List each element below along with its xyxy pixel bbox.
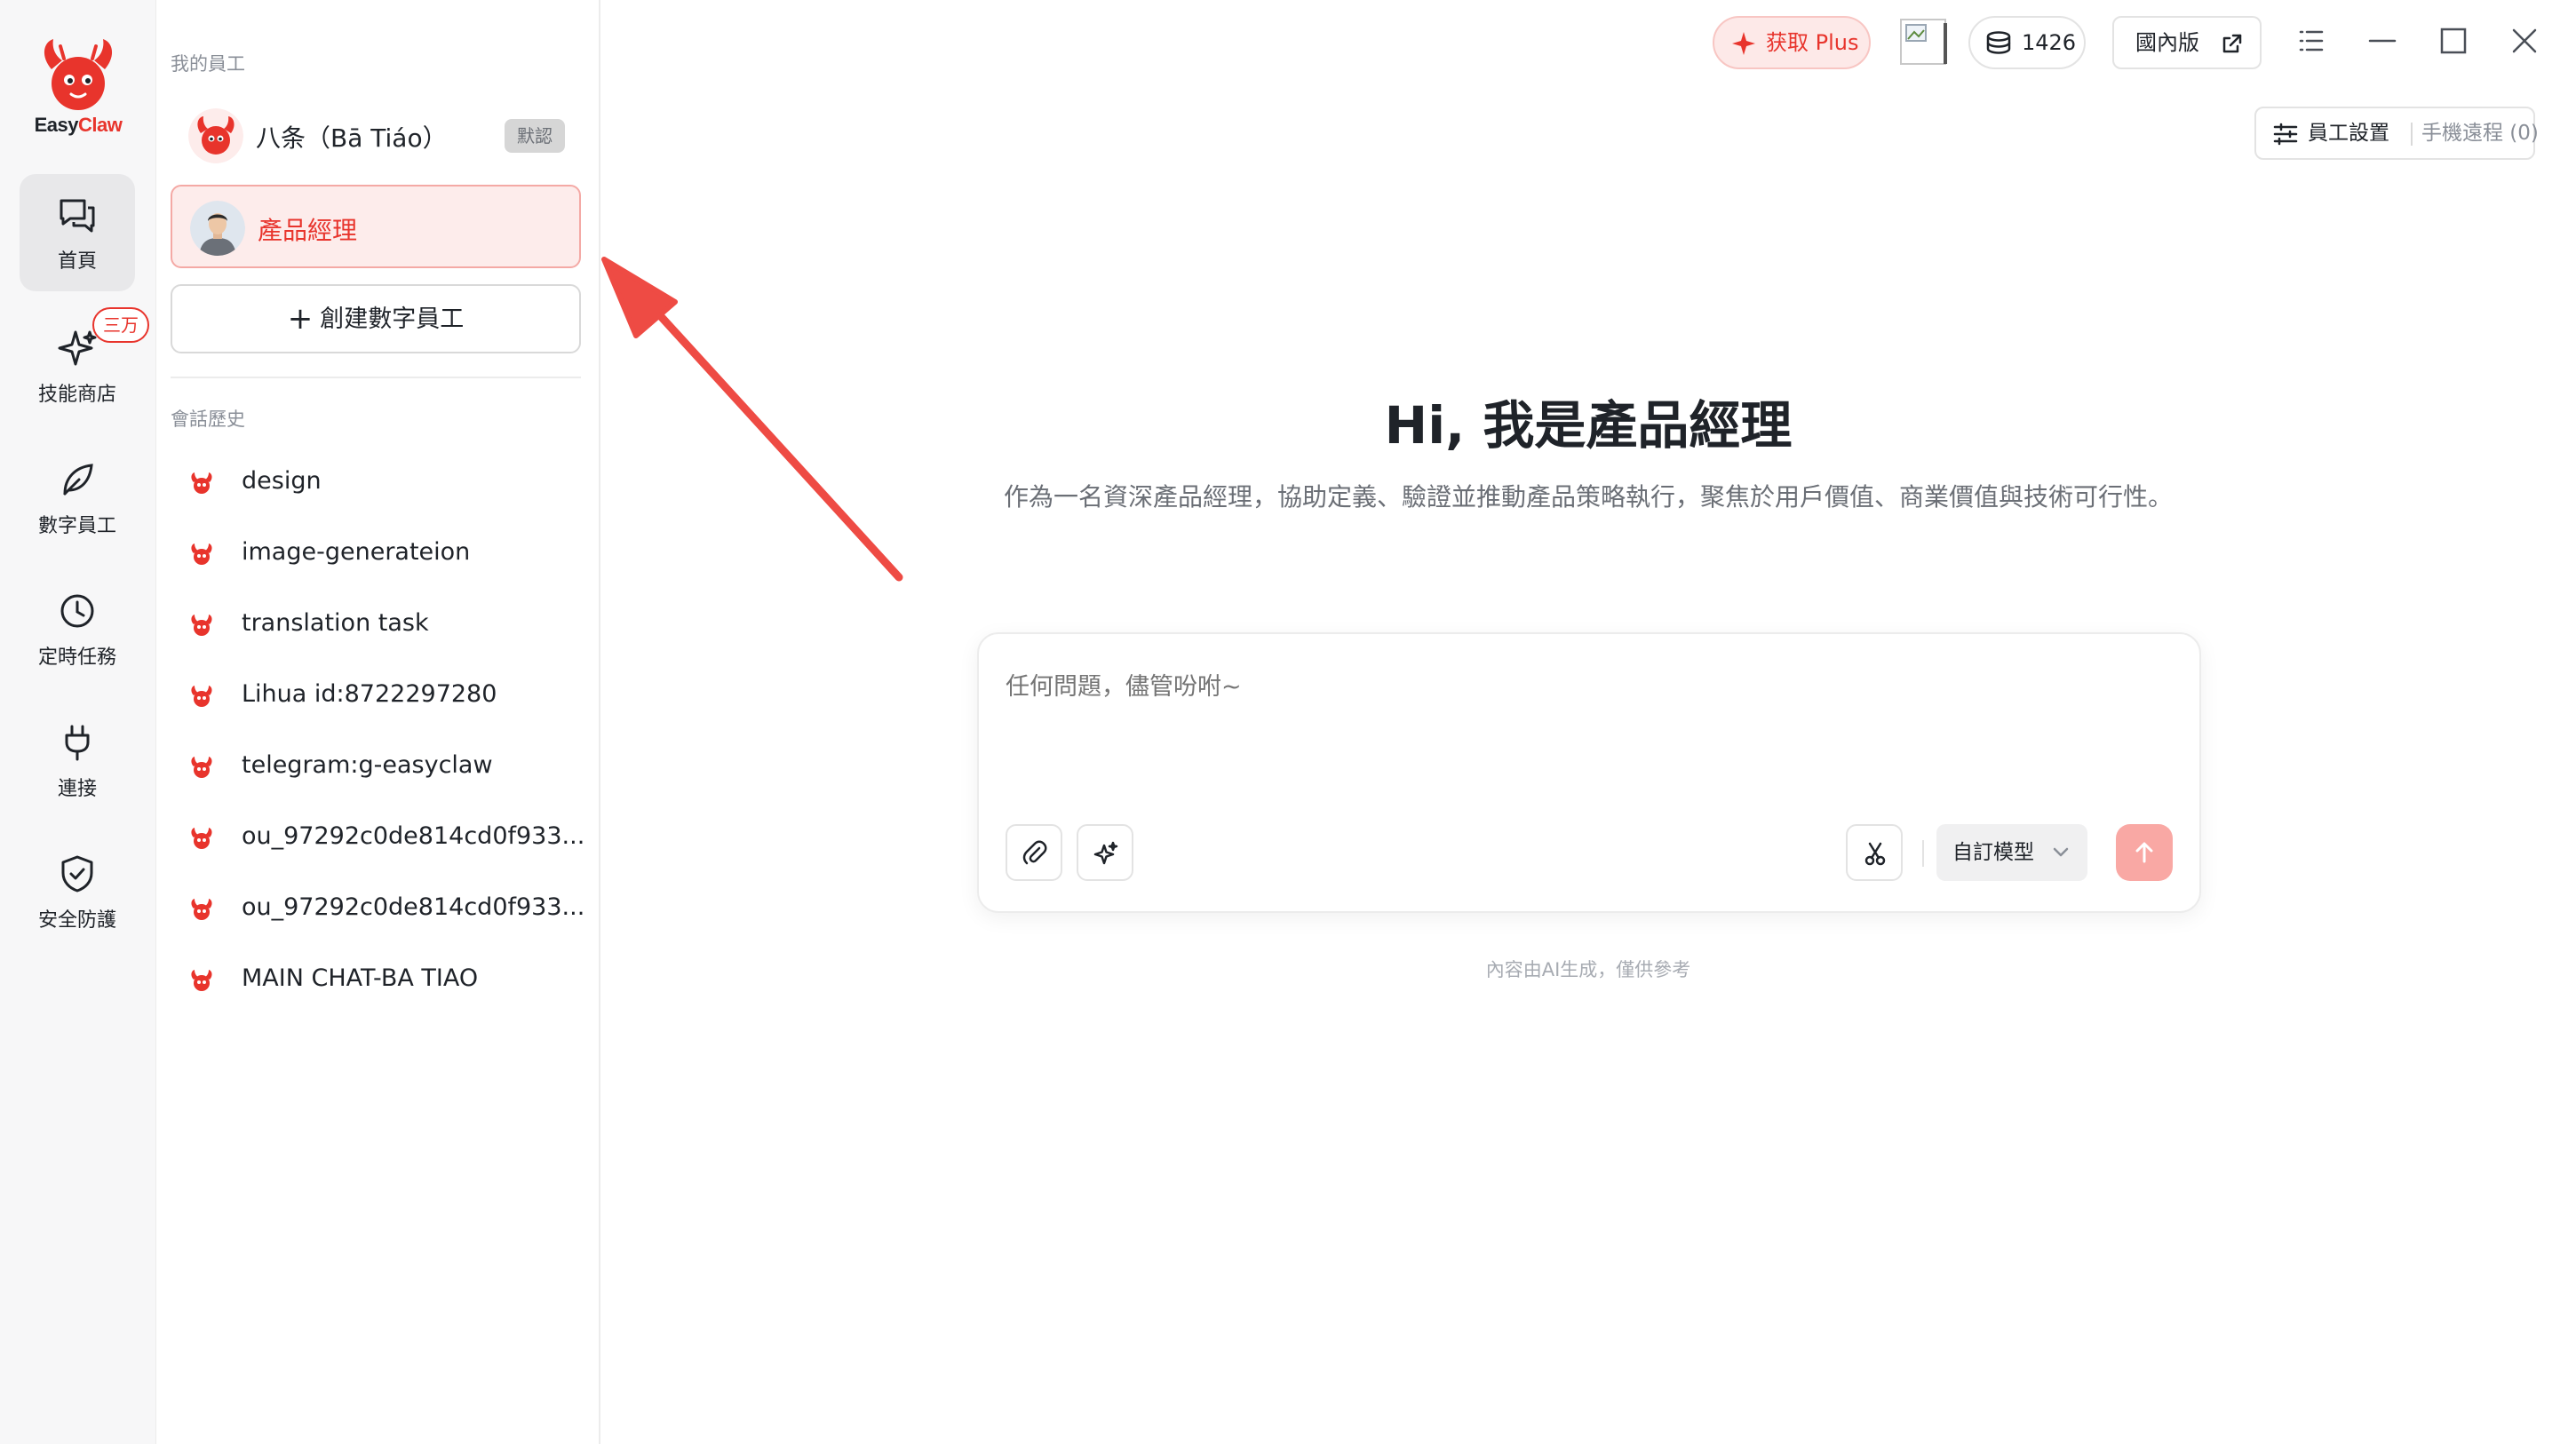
rail-item-label: 定時任務: [37, 647, 116, 669]
rail-item-connect[interactable]: 連接: [20, 702, 135, 819]
default-tag: 默認: [505, 119, 565, 153]
region-label: 國內版: [2135, 30, 2199, 55]
external-link-icon: [2222, 34, 2242, 53]
create-button-label: 創建數字員工: [320, 305, 465, 333]
history-item-title: translation task: [242, 609, 429, 637]
coins-stack-icon: [1986, 31, 2011, 54]
employee-settings-button[interactable]: 員工設置 手機遠程 (0): [2254, 107, 2539, 160]
rail-item-label: 技能商店: [37, 384, 116, 406]
annotation-arrow-icon: [601, 257, 903, 582]
history-item-title: design: [242, 467, 322, 495]
employee-name: 產品經理: [258, 216, 358, 245]
message-composer: 自訂模型: [977, 632, 2201, 913]
app-logo: EasyClaw: [25, 34, 131, 137]
history-item-title: ou_97292c0de814cd0f933...: [242, 893, 585, 921]
history-item[interactable]: ou_97292c0de814cd0f933...: [171, 879, 585, 938]
employee-item-ba-tiao[interactable]: 八条（Bā Tiáo） 默認: [171, 94, 581, 178]
plug-icon: [65, 725, 90, 761]
mobile-remote-label[interactable]: 手機遠程 (0): [2421, 108, 2539, 158]
user-avatar[interactable]: [1899, 18, 1949, 67]
history-item[interactable]: MAIN CHAT-BA TIAO: [171, 950, 581, 1009]
history-item-title: ou_97292c0de814cd0f933...: [242, 822, 585, 850]
lobster-chat-icon: [188, 968, 215, 993]
employee-sidebar: 我的員工 八条（Bā Tiáo） 默認 產品經理 + 創建數字員工 會話歷史 d…: [156, 0, 600, 1444]
clock-icon: [60, 594, 94, 628]
history-item[interactable]: Lihua id:8722297280: [171, 666, 581, 725]
region-button[interactable]: 國內版: [2112, 16, 2262, 69]
rail-item-digital-staff[interactable]: 數字員工: [20, 439, 135, 556]
history-item[interactable]: ou_97292c0de814cd0f933...: [171, 808, 585, 867]
get-plus-button[interactable]: 获取 Plus: [1713, 16, 1871, 69]
rail-item-label: 數字員工: [37, 515, 116, 537]
rail-item-label: 安全防護: [37, 909, 116, 932]
icon-rail: EasyClaw 首頁 技能商店 三万 數字員工 定時任務 連接 安全防護: [0, 0, 156, 1444]
employees-section-title: 我的員工: [171, 53, 245, 75]
employee-name: 八条（Bā Tiáo）: [256, 123, 448, 153]
history-section-title: 會話歷史: [171, 409, 245, 430]
sliders-icon: [2273, 123, 2298, 146]
lobster-chat-icon: [188, 826, 215, 851]
lobster-chat-icon: [188, 684, 215, 709]
menu-list-icon[interactable]: [2294, 23, 2329, 59]
history-item[interactable]: telegram:g-easyclaw: [171, 737, 581, 796]
sparkle-icon: [58, 330, 97, 366]
history-item-title: image-generateion: [242, 538, 471, 566]
employee-description: 作為一名資深產品經理，協助定義、驗證並推動產品策略執行，聚焦於用戶價值、商業價值…: [1003, 482, 2173, 512]
message-input[interactable]: [1006, 673, 2160, 701]
minimize-icon[interactable]: [2365, 23, 2400, 59]
coin-count: 1426: [2022, 30, 2077, 55]
broken-image-icon: [1900, 19, 1947, 65]
lobster-chat-icon: [188, 897, 215, 922]
create-digital-employee-button[interactable]: + 創建數字員工: [171, 284, 581, 353]
chevron-down-icon: [2053, 847, 2069, 857]
shield-check-icon: [61, 855, 93, 893]
lobster-avatar: [188, 108, 243, 163]
attach-button[interactable]: [1006, 824, 1062, 881]
skill-store-badge: 三万: [92, 307, 149, 343]
arrow-up-icon: [2135, 842, 2153, 863]
ai-disclaimer: 內容由AI生成，僅供參考: [1485, 959, 1691, 980]
person-avatar: [190, 201, 245, 256]
send-button[interactable]: [2116, 824, 2173, 881]
plus-icon: +: [287, 301, 314, 337]
coin-balance[interactable]: 1426: [1968, 16, 2086, 69]
rail-item-home[interactable]: 首頁: [20, 174, 135, 291]
employee-item-product-manager[interactable]: 產品經理: [171, 185, 581, 268]
leaf-icon: [63, 464, 93, 496]
get-plus-label: 获取 Plus: [1766, 30, 1859, 55]
scissors-button[interactable]: [1846, 824, 1903, 881]
rail-item-label: 首頁: [57, 250, 97, 273]
ai-enhance-button[interactable]: [1077, 824, 1133, 881]
settings-separator: [2411, 123, 2413, 146]
toolbar-separator: [1922, 840, 1924, 867]
lobster-chat-icon: [188, 613, 215, 638]
sparkles-icon: [1093, 841, 1118, 865]
maximize-icon[interactable]: [2436, 23, 2471, 59]
history-item[interactable]: translation task: [171, 595, 581, 654]
history-item-title: telegram:g-easyclaw: [242, 751, 493, 779]
sidebar-divider: [171, 377, 581, 378]
model-label: 自訂模型: [1952, 841, 2034, 864]
settings-label: 員工設置: [2308, 122, 2389, 145]
main-panel: 获取 Plus 1426 國內版 員工設置 手機遠程 (0) Hi, 我是產品經…: [600, 0, 2576, 1444]
lobster-chat-icon: [188, 471, 215, 496]
history-item-title: MAIN CHAT-BA TIAO: [242, 964, 479, 992]
close-icon[interactable]: [2507, 23, 2542, 59]
rail-item-security[interactable]: 安全防護: [20, 833, 135, 950]
app-name: EasyClaw: [34, 114, 123, 136]
lobster-chat-icon: [188, 542, 215, 567]
history-item[interactable]: design: [171, 453, 581, 512]
rail-item-scheduled-tasks[interactable]: 定時任務: [20, 570, 135, 687]
model-select[interactable]: 自訂模型: [1936, 824, 2087, 881]
sparkle-star-icon: [1732, 32, 1755, 55]
paperclip-icon: [1022, 840, 1047, 865]
rail-item-label: 連接: [57, 778, 97, 800]
chat-bubbles-icon: [60, 199, 95, 233]
history-item[interactable]: image-generateion: [171, 524, 581, 583]
history-item-title: Lihua id:8722297280: [242, 680, 497, 708]
lobster-chat-icon: [188, 755, 215, 780]
scissors-icon: [1864, 842, 1886, 866]
lobster-logo-icon: [44, 39, 113, 110]
